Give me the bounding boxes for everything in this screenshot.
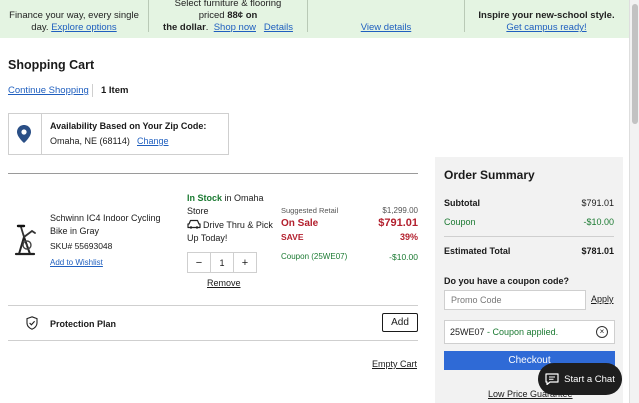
divider <box>444 236 614 237</box>
subtotal-label: Subtotal <box>444 198 480 208</box>
banner-finance-text: Finance your way, every single <box>9 10 139 21</box>
zip-availability-box: Availability Based on Your Zip Code: Oma… <box>8 113 229 155</box>
divider <box>8 340 418 341</box>
product-sku: SKU# 55693048 <box>50 241 113 251</box>
shield-check-icon <box>26 316 38 330</box>
order-summary-title: Order Summary <box>444 168 535 182</box>
divider <box>41 114 42 154</box>
empty-cart-link[interactable]: Empty Cart <box>372 359 417 369</box>
item-coupon-label: Coupon (25WE07) <box>281 252 348 261</box>
estimated-total-value: $781.01 <box>581 246 614 256</box>
banner-furniture-dollar: the dollar <box>163 22 206 33</box>
coupon-value: -$10.00 <box>583 217 614 227</box>
remove-coupon-icon[interactable]: × <box>596 326 608 338</box>
shop-now-link[interactable]: Shop now <box>214 22 256 33</box>
add-to-wishlist-link[interactable]: Add to Wishlist <box>50 258 103 267</box>
remove-item-link[interactable]: Remove <box>207 278 241 288</box>
in-stock-label: In Stock <box>187 193 223 203</box>
item-count: 1 Item <box>101 85 129 96</box>
coupon-row: Coupon -$10.00 <box>444 217 614 227</box>
banner-furniture-text: Select furniture & flooring <box>174 0 282 9</box>
start-chat-button[interactable]: Start a Chat <box>538 363 622 395</box>
divider <box>8 305 418 306</box>
subtotal-row: Subtotal $791.01 <box>444 198 614 208</box>
start-chat-label: Start a Chat <box>564 373 615 385</box>
details-link[interactable]: Details <box>264 22 293 33</box>
page-scrollbar[interactable] <box>629 0 639 403</box>
coupon-question: Do you have a coupon code? <box>444 276 570 286</box>
location-pin-icon <box>17 125 31 143</box>
zip-title: Availability Based on Your Zip Code: <box>50 121 207 131</box>
change-zip-link[interactable]: Change <box>137 136 169 146</box>
estimated-total-label: Estimated Total <box>444 246 511 256</box>
banner-offer: View details <box>308 0 464 38</box>
apply-coupon-link[interactable]: Apply <box>591 294 614 304</box>
banner-furniture-price: 88¢ on <box>227 10 258 21</box>
promo-code-input[interactable]: Promo Code <box>444 290 586 310</box>
banner-finance-text-2: day. <box>31 22 49 33</box>
applied-coupon-box: 25WE07 - Coupon applied. × <box>444 320 615 344</box>
add-protection-button[interactable]: Add <box>382 313 418 332</box>
view-details-link[interactable]: View details <box>361 22 412 33</box>
coupon-label: Coupon <box>444 217 476 227</box>
divider <box>92 84 93 97</box>
divider <box>8 173 418 174</box>
continue-shopping-link[interactable]: Continue Shopping <box>8 85 89 96</box>
pickup-info: Drive Thru & Pick Up Today! <box>187 219 277 245</box>
quantity-value[interactable]: 1 <box>210 253 234 272</box>
on-sale-label: On Sale <box>281 218 319 229</box>
save-percent: 39% <box>399 232 418 242</box>
suggested-retail-label: Suggested Retail <box>281 206 339 215</box>
increase-quantity-button[interactable]: + <box>234 253 256 272</box>
coupon-applied-text: - Coupon applied. <box>484 327 559 337</box>
scrollbar-thumb[interactable] <box>632 4 638 124</box>
bike-product-image[interactable] <box>10 221 40 257</box>
estimated-total-row: Estimated Total $781.01 <box>444 246 614 256</box>
applied-coupon-code: 25WE07 <box>450 327 485 337</box>
explore-options-link[interactable]: Explore options <box>51 22 116 33</box>
page-title: Shopping Cart <box>8 58 95 72</box>
car-icon <box>187 219 201 229</box>
chat-icon <box>545 373 559 385</box>
save-label: SAVE <box>281 232 304 242</box>
banner-campus-text: Inspire your new-school style. <box>478 10 615 21</box>
sale-price: $791.01 <box>378 217 418 229</box>
quantity-stepper: − 1 + <box>187 252 257 273</box>
subtotal-value: $791.01 <box>581 198 614 208</box>
banner-finance: Finance your way, every single day. Expl… <box>0 0 148 38</box>
item-coupon-amount: -$10.00 <box>389 252 418 262</box>
banner-furniture: Select furniture & flooring priced 88¢ o… <box>149 0 307 38</box>
product-name[interactable]: Schwinn IC4 Indoor Cycling Bike in Gray <box>50 212 175 238</box>
suggested-retail-price: $1,299.00 <box>382 206 418 215</box>
banner-furniture-priced: priced <box>198 10 228 21</box>
zip-location: Omaha, NE (68114) <box>50 136 130 146</box>
decrease-quantity-button[interactable]: − <box>188 253 210 272</box>
protection-plan-label: Protection Plan <box>50 319 117 329</box>
promo-banner: Finance your way, every single day. Expl… <box>0 0 629 38</box>
banner-campus: Inspire your new-school style. Get campu… <box>465 0 628 38</box>
campus-ready-link[interactable]: Get campus ready! <box>506 22 586 33</box>
stock-status: In Stock in Omaha Store <box>187 192 277 218</box>
